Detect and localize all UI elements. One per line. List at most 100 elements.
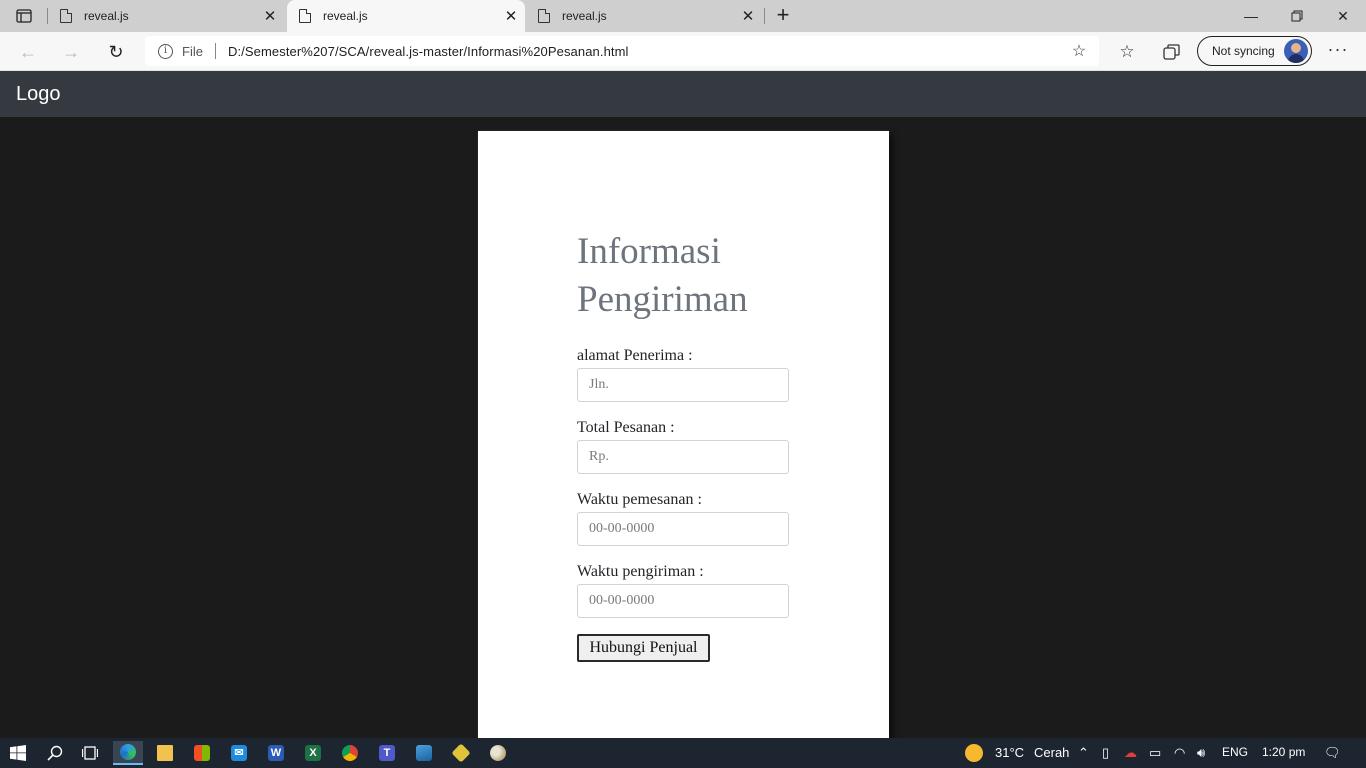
search-button[interactable]: [40, 741, 70, 765]
clock[interactable]: 1:20 pm: [1262, 745, 1305, 759]
new-tab-button[interactable]: +: [770, 4, 796, 28]
info-icon[interactable]: i: [158, 43, 173, 59]
tab-title: reveal.js: [84, 9, 129, 23]
taskbar-app-edge[interactable]: [113, 741, 143, 765]
order-date-input[interactable]: [577, 512, 789, 546]
logo[interactable]: Logo: [16, 83, 61, 106]
tab-3[interactable]: reveal.js ✕: [526, 0, 762, 32]
delivery-date-input[interactable]: [577, 584, 789, 618]
taskbar-app-mail[interactable]: ✉: [224, 741, 254, 765]
start-icon: [10, 745, 26, 761]
address-bar[interactable]: i File D:/Semester%207/SCA/reveal.js-mas…: [145, 36, 1099, 66]
recipient-address-label: alamat Penerima :: [577, 347, 693, 364]
settings-menu-button[interactable]: ···: [1325, 39, 1351, 65]
tab-title: reveal.js: [562, 9, 607, 23]
weather-temperature[interactable]: 31°C: [995, 745, 1024, 760]
contact-seller-button[interactable]: Hubungi Penjual: [577, 634, 710, 662]
tab-close-icon[interactable]: ✕: [501, 7, 521, 25]
taskbar-app-file-explorer[interactable]: [150, 741, 180, 765]
excel-icon: X: [305, 745, 321, 761]
weather-sun-icon[interactable]: [965, 744, 983, 762]
close-icon: ✕: [1337, 7, 1349, 24]
profile-sync-button[interactable]: Not syncing: [1197, 36, 1312, 66]
teams-icon: T: [379, 745, 395, 761]
recipient-address-input[interactable]: [577, 368, 789, 402]
arrow-left-icon: ←: [19, 41, 37, 62]
volume-icon[interactable]: 🔊︎: [1197, 745, 1205, 761]
chrome-icon: [342, 745, 358, 761]
minimize-button[interactable]: —: [1228, 0, 1274, 32]
tab-title: reveal.js: [323, 9, 368, 23]
back-button[interactable]: ←: [14, 38, 42, 66]
plus-icon: +: [776, 2, 790, 27]
avatar: [1284, 39, 1308, 63]
taskbar-app-excel[interactable]: X: [298, 741, 328, 765]
refresh-icon: ↻: [108, 41, 124, 62]
order-total-label: Total Pesanan :: [577, 419, 675, 436]
task-view-icon: [82, 746, 98, 760]
tab-actions-icon: [16, 9, 32, 23]
task-view-button[interactable]: [75, 741, 105, 765]
mail-icon: ✉: [231, 745, 247, 761]
weather-condition[interactable]: Cerah: [1034, 745, 1069, 760]
language-indicator[interactable]: ENG: [1222, 745, 1248, 759]
word-icon: W: [268, 745, 284, 761]
order-total-input[interactable]: [577, 440, 789, 474]
add-favorite-icon[interactable]: ☆: [1067, 41, 1091, 61]
page-title: Informasi Pengiriman: [577, 231, 748, 320]
tab-2[interactable]: reveal.js ✕: [287, 0, 525, 32]
battery-icon[interactable]: ▭: [1149, 745, 1161, 761]
order-date-label: Waktu pemesanan :: [577, 491, 702, 508]
document-icon: [299, 9, 311, 23]
collections-button[interactable]: [1158, 39, 1184, 65]
taskbar-app-paint[interactable]: [483, 741, 513, 765]
notifications-icon[interactable]: 🗨︎: [1324, 745, 1341, 761]
tab-separator: [764, 8, 765, 24]
site-header: Logo: [0, 71, 1366, 117]
document-icon: [60, 9, 72, 23]
url-text[interactable]: D:/Semester%207/SCA/reveal.js-master/Inf…: [228, 44, 1067, 59]
document-icon: [538, 9, 550, 23]
arrow-right-icon: →: [62, 41, 80, 62]
tab-strip: reveal.js ✕ reveal.js ✕ reveal.js ✕ + — …: [0, 0, 1366, 32]
photos-icon: [416, 745, 432, 761]
tab-close-icon[interactable]: ✕: [260, 7, 280, 25]
tab-1[interactable]: reveal.js ✕: [48, 0, 284, 32]
taskbar-app-chrome[interactable]: [335, 741, 365, 765]
git-icon: [451, 743, 471, 763]
start-button[interactable]: [3, 741, 33, 765]
browser-toolbar: ← → ↻ i File D:/Semester%207/SCA/reveal.…: [0, 32, 1366, 71]
taskbar-app-git[interactable]: [446, 741, 476, 765]
forward-button[interactable]: →: [57, 38, 85, 66]
refresh-button[interactable]: ↻: [102, 38, 130, 66]
search-icon: [47, 745, 63, 761]
onedrive-error-icon[interactable]: ☁: [1124, 745, 1137, 761]
restore-button[interactable]: [1274, 0, 1320, 32]
address-separator: [214, 43, 216, 59]
wifi-icon[interactable]: ◠: [1174, 745, 1185, 761]
device-icon[interactable]: ▯: [1102, 745, 1109, 761]
taskbar: ✉ W X T 31°C Cerah ⌃ ▯ ☁ ▭ ◠ 🔊︎ ENG 1:20…: [0, 738, 1366, 768]
close-window-button[interactable]: ✕: [1320, 0, 1366, 32]
taskbar-app-teams[interactable]: T: [372, 741, 402, 765]
favorites-button[interactable]: ☆: [1114, 39, 1140, 65]
collections-icon: [1162, 44, 1180, 60]
tab-actions-button[interactable]: [8, 4, 40, 28]
favorites-icon: ☆: [1119, 42, 1135, 61]
tab-close-icon[interactable]: ✕: [738, 7, 758, 25]
more-icon: ···: [1327, 39, 1349, 59]
sync-status-label: Not syncing: [1212, 44, 1275, 58]
minimize-icon: —: [1244, 8, 1258, 24]
delivery-date-label: Waktu pengiriman :: [577, 563, 704, 580]
paint-icon: [490, 745, 506, 761]
restore-icon: [1291, 10, 1303, 22]
scheme-label: File: [182, 43, 203, 59]
taskbar-app-store[interactable]: [187, 741, 217, 765]
shipping-form-card: Informasi Pengiriman alamat Penerima : T…: [478, 131, 889, 738]
taskbar-app-photos[interactable]: [409, 741, 439, 765]
chevron-up-icon[interactable]: ⌃: [1078, 745, 1089, 761]
edge-icon: [120, 744, 136, 760]
file-explorer-icon: [157, 745, 173, 761]
taskbar-app-word[interactable]: W: [261, 741, 291, 765]
store-icon: [194, 745, 210, 761]
